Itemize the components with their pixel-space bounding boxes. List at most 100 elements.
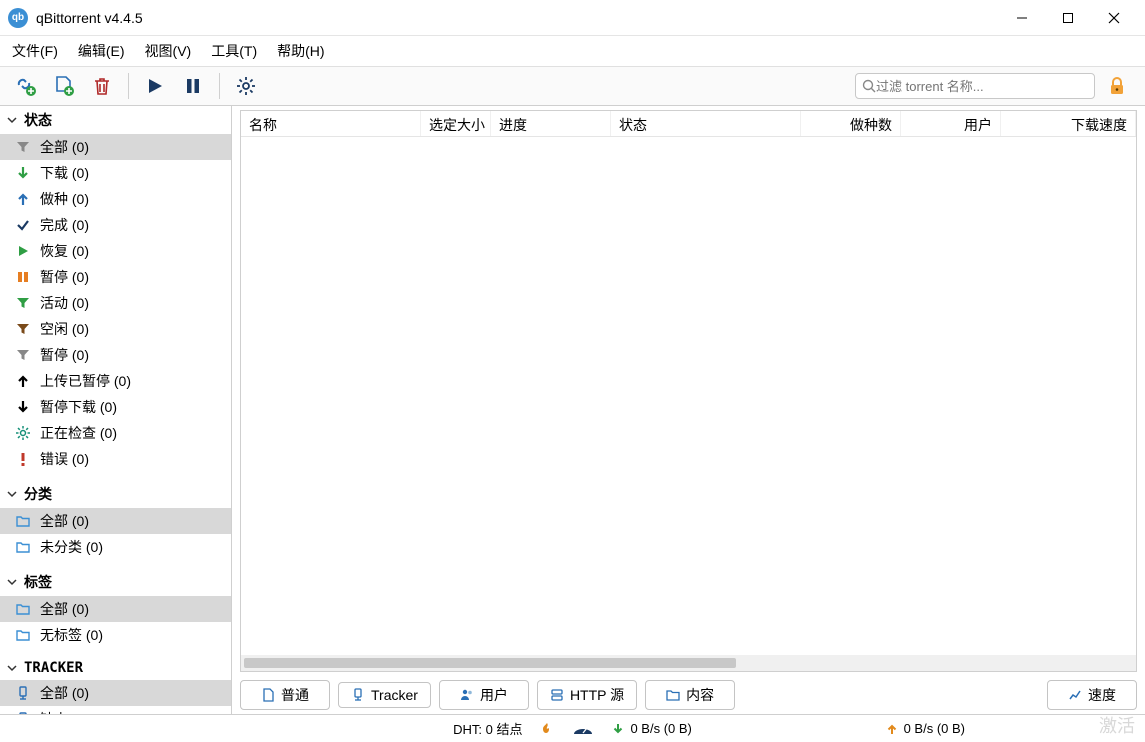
torrent-table: 名称 选定大小 进度 状态 做种数 用户 下载速度 — [240, 110, 1137, 672]
tab-http[interactable]: HTTP 源 — [537, 680, 637, 710]
col-name[interactable]: 名称 — [241, 111, 421, 136]
minimize-button[interactable] — [999, 3, 1045, 33]
filter-label: 暂停下载 (0) — [40, 397, 117, 417]
table-body — [241, 137, 1136, 655]
filter-icon — [16, 296, 32, 310]
tags-header-label: 标签 — [24, 572, 52, 592]
filter-stalled-uploading[interactable]: 上传已暂停 (0) — [0, 368, 231, 394]
tag-all[interactable]: 全部 (0) — [0, 596, 231, 622]
tab-label: HTTP 源 — [570, 685, 624, 705]
sidebar: 状态 全部 (0) 下载 (0) 做种 (0) 完成 (0) 恢复 (0) 暂停… — [0, 106, 232, 714]
add-torrent-file-button[interactable] — [48, 70, 80, 102]
detail-tabs: 普通 Tracker 用户 HTTP 源 内容 速度 — [232, 676, 1145, 714]
arrow-up-icon — [886, 723, 898, 735]
filter-label: 全部 (0) — [40, 599, 89, 619]
file-add-icon — [53, 75, 75, 97]
maximize-button[interactable] — [1045, 3, 1091, 33]
tab-tracker[interactable]: Tracker — [338, 682, 431, 708]
speedometer-icon — [572, 723, 594, 735]
chevron-down-icon — [6, 488, 18, 500]
tab-content[interactable]: 内容 — [645, 680, 735, 710]
arrow-down-icon — [16, 166, 32, 180]
menu-help[interactable]: 帮助(H) — [277, 41, 324, 61]
col-progress[interactable]: 进度 — [491, 111, 611, 136]
filter-all[interactable]: 全部 (0) — [0, 134, 231, 160]
pause-button[interactable] — [177, 70, 209, 102]
search-box[interactable] — [855, 73, 1095, 99]
category-uncategorized[interactable]: 未分类 (0) — [0, 534, 231, 560]
filter-label: 完成 (0) — [40, 215, 89, 235]
tracker-trackerless[interactable]: 缺少 tracker (0) — [0, 706, 231, 714]
resume-button[interactable] — [139, 70, 171, 102]
col-seeds[interactable]: 做种数 — [801, 111, 901, 136]
firewall-status[interactable] — [540, 722, 554, 736]
filter-active[interactable]: 活动 (0) — [0, 290, 231, 316]
col-status[interactable]: 状态 — [611, 111, 801, 136]
settings-button[interactable] — [230, 70, 262, 102]
dht-status[interactable]: DHT: 0 结点 — [453, 719, 522, 738]
filter-icon — [16, 140, 32, 154]
menu-tools[interactable]: 工具(T) — [211, 41, 257, 61]
folder-icon — [16, 629, 32, 641]
trackers-header-label: TRACKER — [24, 660, 83, 676]
lock-button[interactable] — [1107, 76, 1135, 96]
window-title: qBittorrent v4.4.5 — [36, 10, 143, 26]
content: 名称 选定大小 进度 状态 做种数 用户 下载速度 普通 Tracker — [232, 106, 1145, 714]
col-size[interactable]: 选定大小 — [421, 111, 491, 136]
folder-icon — [16, 603, 32, 615]
close-button[interactable] — [1091, 3, 1137, 33]
filter-label: 无标签 (0) — [40, 625, 103, 645]
tab-general[interactable]: 普通 — [240, 680, 330, 710]
filter-completed[interactable]: 完成 (0) — [0, 212, 231, 238]
arrow-up-icon — [16, 192, 32, 206]
filter-stalled[interactable]: 暂停 (0) — [0, 342, 231, 368]
delete-button[interactable] — [86, 70, 118, 102]
filter-downloading[interactable]: 下载 (0) — [0, 160, 231, 186]
col-dlspeed[interactable]: 下载速度 — [1001, 111, 1136, 136]
filter-paused[interactable]: 暂停 (0) — [0, 264, 231, 290]
menubar: 文件(F) 编辑(E) 视图(V) 工具(T) 帮助(H) — [0, 36, 1145, 66]
folder-icon — [666, 689, 680, 701]
tracker-icon — [16, 686, 32, 700]
chevron-down-icon — [6, 576, 18, 588]
download-speed[interactable]: 0 B/s (0 B) — [612, 721, 691, 736]
tags-header[interactable]: 标签 — [0, 568, 231, 596]
filter-label: 空闲 (0) — [40, 319, 89, 339]
tracker-all[interactable]: 全部 (0) — [0, 680, 231, 706]
filter-seeding[interactable]: 做种 (0) — [0, 186, 231, 212]
filter-inactive[interactable]: 空闲 (0) — [0, 316, 231, 342]
col-peers[interactable]: 用户 — [901, 111, 1001, 136]
filter-checking[interactable]: 正在检查 (0) — [0, 420, 231, 446]
trackers-header[interactable]: TRACKER — [0, 656, 231, 680]
arrow-down-icon — [612, 723, 624, 735]
categories-header[interactable]: 分类 — [0, 480, 231, 508]
alt-speed-status[interactable] — [572, 723, 594, 735]
menu-view[interactable]: 视图(V) — [145, 41, 192, 61]
filter-errored[interactable]: 错误 (0) — [0, 446, 231, 472]
tab-speed[interactable]: 速度 — [1047, 680, 1137, 710]
filter-label: 未分类 (0) — [40, 537, 103, 557]
filter-label: 恢复 (0) — [40, 241, 89, 261]
filter-stalled-downloading[interactable]: 暂停下载 (0) — [0, 394, 231, 420]
menu-file[interactable]: 文件(F) — [12, 41, 58, 61]
filter-resumed[interactable]: 恢复 (0) — [0, 238, 231, 264]
folder-icon — [16, 515, 32, 527]
menu-edit[interactable]: 编辑(E) — [78, 41, 125, 61]
status-header[interactable]: 状态 — [0, 106, 231, 134]
search-input[interactable] — [876, 79, 1088, 94]
trash-icon — [92, 76, 112, 96]
filter-icon — [16, 322, 32, 336]
upload-speed[interactable]: 0 B/s (0 B) — [886, 721, 965, 736]
users-icon — [460, 688, 474, 702]
horizontal-scrollbar[interactable] — [241, 655, 1136, 671]
categories-header-label: 分类 — [24, 484, 52, 504]
add-link-button[interactable] — [10, 70, 42, 102]
tag-untagged[interactable]: 无标签 (0) — [0, 622, 231, 648]
filter-label: 下载 (0) — [40, 163, 89, 183]
arrow-down-icon — [16, 400, 32, 414]
filter-icon — [16, 348, 32, 362]
category-all[interactable]: 全部 (0) — [0, 508, 231, 534]
tab-peers[interactable]: 用户 — [439, 680, 529, 710]
play-icon — [16, 244, 32, 258]
tracker-icon — [351, 688, 365, 702]
